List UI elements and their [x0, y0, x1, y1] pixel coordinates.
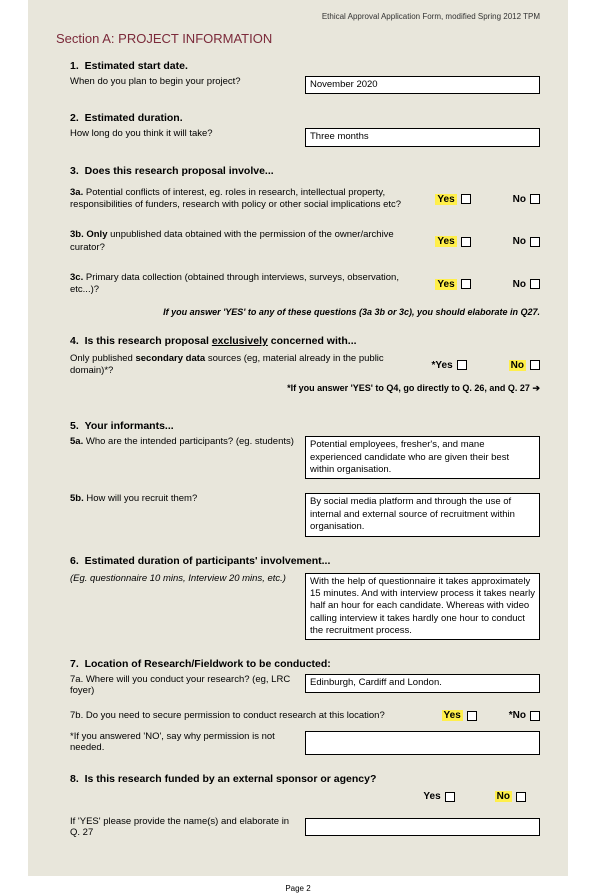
q3a-label: 3a.	[70, 187, 83, 198]
q3c-yes-checkbox[interactable]	[461, 279, 471, 289]
q1-title: Estimated start date.	[85, 60, 188, 72]
q3c-label: 3c.	[70, 272, 83, 283]
q7b-no-label: *No	[509, 710, 526, 721]
question-7: 7. Location of Research/Fieldwork to be …	[56, 658, 540, 755]
question-3: 3. Does this research proposal involve..…	[56, 165, 540, 317]
question-1: 1. Estimated start date. When do you pla…	[56, 60, 540, 94]
q8-no-label: No	[495, 791, 512, 802]
question-5: 5. Your informants... 5a. Who are the in…	[56, 420, 540, 536]
q3a-no-label: No	[513, 194, 526, 205]
q4-note: *If you answer 'YES' to Q4, go directly …	[287, 383, 530, 393]
q6-input[interactable]: With the help of questionnaire it takes …	[305, 573, 540, 641]
question-4: 4. Is this research proposal exclusively…	[56, 335, 540, 395]
q3a-yes-label: Yes	[435, 194, 456, 205]
q8-title: Is this research funded by an external s…	[85, 773, 377, 785]
q3a-yes-checkbox[interactable]	[461, 194, 471, 204]
q7b-yes-checkbox[interactable]	[467, 711, 477, 721]
q3b-no-label: No	[513, 236, 526, 247]
q3c-yes-label: Yes	[435, 279, 456, 290]
q6-title: Estimated duration of participants' invo…	[85, 555, 331, 567]
q8-sub: If 'YES' please provide the name(s) and …	[70, 816, 305, 838]
q5-title: Your informants...	[85, 420, 174, 432]
q7a-input[interactable]: Edinburgh, Cardiff and London.	[305, 674, 540, 692]
q4-title-a: Is this research proposal	[85, 335, 212, 347]
q7b-text: 7b. Do you need to secure permission to …	[70, 710, 426, 721]
q3c-text: Primary data collection (obtained throug…	[70, 272, 399, 295]
q1-num: 1.	[70, 60, 79, 72]
q5b-label: 5b.	[70, 493, 84, 504]
q4-title-b: concerned with...	[268, 335, 357, 347]
q2-num: 2.	[70, 112, 79, 124]
q5a-input[interactable]: Potential employees, fresher's, and mane…	[305, 436, 540, 479]
page-number: Page 2	[0, 884, 596, 893]
question-6: 6. Estimated duration of participants' i…	[56, 555, 540, 641]
q8-yes-checkbox[interactable]	[445, 792, 455, 802]
q3-title: Does this research proposal involve...	[85, 165, 274, 177]
q2-input[interactable]: Three months	[305, 128, 540, 146]
q3c-no-label: No	[513, 279, 526, 290]
q8-input[interactable]	[305, 818, 540, 836]
q4-no-checkbox[interactable]	[530, 360, 540, 370]
q7b-no-checkbox[interactable]	[530, 711, 540, 721]
q3b-label: 3b. Only	[70, 229, 107, 240]
q8-num: 8.	[70, 773, 79, 785]
q3b-yes-label: Yes	[435, 236, 456, 247]
q6-num: 6.	[70, 555, 79, 567]
q5b-input[interactable]: By social media platform and through the…	[305, 493, 540, 536]
q5-num: 5.	[70, 420, 79, 432]
q7a-text: 7a. Where will you conduct your research…	[70, 674, 305, 696]
question-8: 8. Is this research funded by an externa…	[56, 773, 540, 838]
q5a-text: Who are the intended participants? (eg. …	[86, 436, 294, 447]
q7b-yes-label: Yes	[442, 710, 463, 721]
q2-sub: How long do you think it will take?	[70, 128, 305, 139]
q4-sub-a: Only published	[70, 353, 135, 364]
q3-num: 3.	[70, 165, 79, 177]
q4-num: 4.	[70, 335, 79, 347]
q6-eg: (Eg. questionnaire 10 mins, Interview 20…	[70, 573, 305, 584]
q3c-no-checkbox[interactable]	[530, 279, 540, 289]
page-header: Ethical Approval Application Form, modif…	[56, 12, 540, 21]
q7c-text: *If you answered 'NO', say why permissio…	[70, 731, 305, 753]
section-title: Section A: PROJECT INFORMATION	[56, 31, 540, 46]
q5b-text: How will you recruit them?	[86, 493, 197, 504]
q3a-no-checkbox[interactable]	[530, 194, 540, 204]
q4-yes-label: *Yes	[432, 360, 453, 371]
q3a-text: Potential conflicts of interest, eg. rol…	[70, 187, 401, 210]
q7-num: 7.	[70, 658, 79, 670]
q7c-input[interactable]	[305, 731, 540, 755]
q1-sub: When do you plan to begin your project?	[70, 76, 305, 87]
q3-note: If you answer 'YES' to any of these ques…	[70, 307, 540, 317]
q7-title: Location of Research/Fieldwork to be con…	[85, 658, 331, 670]
q4-title-u: exclusively	[212, 335, 268, 347]
q4-no-label: No	[509, 360, 526, 371]
q2-title: Estimated duration.	[85, 112, 183, 124]
q8-yes-label: Yes	[423, 791, 440, 802]
q3b-no-checkbox[interactable]	[530, 237, 540, 247]
q3b-text: unpublished data obtained with the permi…	[70, 229, 394, 252]
q4-sub-b: secondary data	[135, 353, 205, 364]
q8-no-checkbox[interactable]	[516, 792, 526, 802]
arrow-icon: ➔	[532, 383, 540, 393]
q4-yes-checkbox[interactable]	[457, 360, 467, 370]
q3b-yes-checkbox[interactable]	[461, 237, 471, 247]
q5a-label: 5a.	[70, 436, 83, 447]
question-2: 2. Estimated duration. How long do you t…	[56, 112, 540, 146]
q1-input[interactable]: November 2020	[305, 76, 540, 94]
